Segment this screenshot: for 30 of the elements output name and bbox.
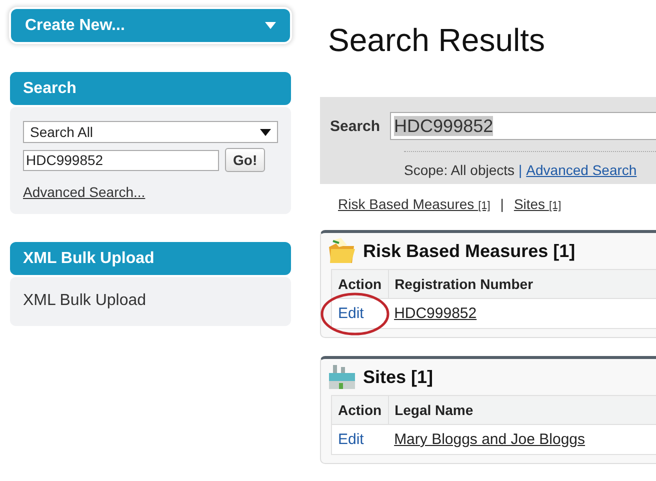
advanced-search-link[interactable]: Advanced Search... bbox=[23, 184, 146, 200]
go-button[interactable]: Go! bbox=[225, 148, 266, 172]
column-header: Registration Number bbox=[388, 270, 656, 298]
page-title: Search Results bbox=[328, 21, 546, 59]
upload-link[interactable]: XML Bulk Upload bbox=[23, 292, 146, 309]
record-link[interactable]: HDC999852 bbox=[394, 305, 477, 322]
search-field[interactable]: HDC999852 bbox=[23, 150, 219, 170]
column-header: Action bbox=[332, 270, 388, 298]
advanced-search-link[interactable]: Advanced Search bbox=[526, 162, 637, 178]
section-link[interactable]: Risk Based Measures [1] bbox=[338, 196, 490, 212]
scope-dropdown[interactable]: Search All bbox=[23, 121, 278, 143]
caret-icon bbox=[260, 128, 271, 136]
separator: | bbox=[500, 196, 504, 212]
scope-text: Scope: All objects bbox=[404, 162, 515, 178]
section-title: Risk Based Measures [1] bbox=[363, 240, 576, 262]
column-header: Legal Name bbox=[388, 396, 656, 424]
section-title: Sites [1] bbox=[363, 366, 434, 388]
panel-header: Search bbox=[10, 72, 291, 105]
folder-icon bbox=[327, 237, 357, 265]
panel-header: XML Bulk Upload bbox=[10, 242, 291, 275]
separator: | bbox=[518, 162, 522, 178]
search-field[interactable]: HDC999852 bbox=[390, 112, 656, 140]
column-header: Action bbox=[332, 396, 388, 424]
section-link[interactable]: Sites [1] bbox=[514, 196, 562, 212]
building-icon bbox=[327, 363, 357, 391]
record-link[interactable]: Mary Bloggs and Joe Bloggs bbox=[394, 431, 586, 448]
caret-icon bbox=[265, 22, 276, 29]
edit-link[interactable]: Edit bbox=[338, 431, 364, 448]
edit-link[interactable]: Edit bbox=[338, 305, 364, 322]
search-label: Search bbox=[330, 118, 380, 134]
